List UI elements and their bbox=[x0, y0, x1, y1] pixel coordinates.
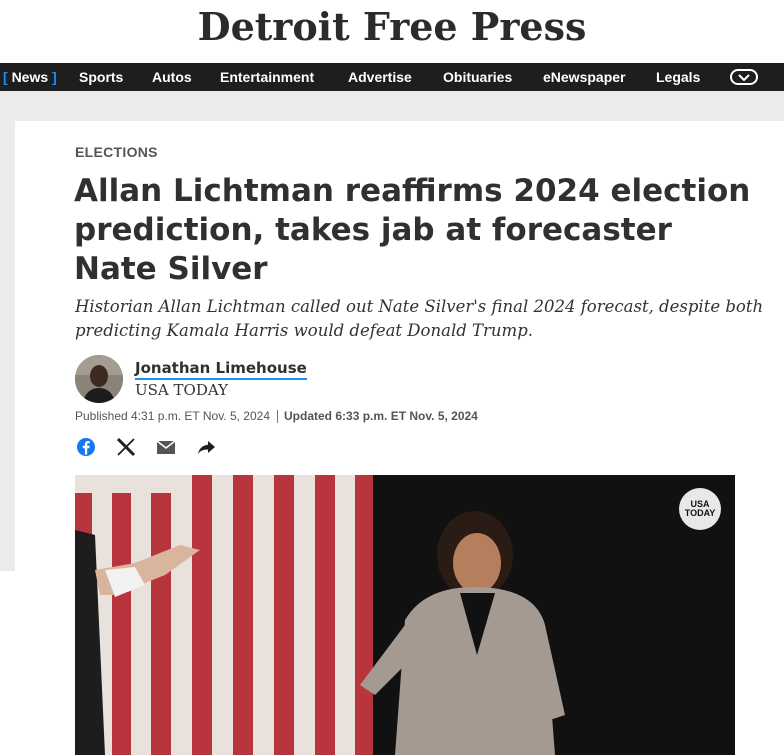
timestamp: Published 4:31 p.m. ET Nov. 5, 2024 Updat… bbox=[75, 409, 478, 424]
nav-item-enewspaper[interactable]: eNewspaper bbox=[543, 63, 625, 91]
x-icon bbox=[116, 437, 136, 457]
facebook-share-button[interactable] bbox=[75, 436, 97, 458]
nav-item-entertainment[interactable]: Entertainment bbox=[220, 63, 314, 91]
nav-item-sports[interactable]: Sports bbox=[79, 63, 123, 91]
nav-item-advertise[interactable]: Advertise bbox=[348, 63, 412, 91]
published-time: Published 4:31 p.m. ET Nov. 5, 2024 bbox=[75, 409, 271, 423]
chevron-down-icon bbox=[738, 74, 750, 81]
active-bracket-open: [ bbox=[3, 69, 8, 85]
active-bracket-close: ] bbox=[52, 69, 57, 85]
x-share-button[interactable] bbox=[115, 436, 137, 458]
author-outlet: USA TODAY bbox=[135, 381, 228, 399]
nav-item-news[interactable]: [ News ] bbox=[3, 63, 57, 91]
site-logo[interactable]: Detroit Free Press bbox=[0, 4, 784, 49]
timestamp-divider bbox=[277, 410, 279, 424]
email-icon bbox=[156, 440, 176, 454]
hero-image bbox=[75, 475, 735, 755]
nav-item-legals[interactable]: Legals bbox=[656, 63, 700, 91]
masthead: Detroit Free Press bbox=[0, 0, 784, 62]
share-arrow-icon bbox=[198, 441, 215, 454]
facebook-icon bbox=[77, 438, 95, 456]
article-headline: Allan Lichtman reaffirms 2024 election p… bbox=[74, 173, 751, 287]
email-share-button[interactable] bbox=[155, 436, 177, 458]
nav-more-button[interactable] bbox=[730, 69, 758, 85]
badge-line-2: TODAY bbox=[684, 508, 716, 518]
more-share-button[interactable] bbox=[195, 436, 217, 458]
hero-video[interactable]: USA TODAY bbox=[75, 475, 735, 755]
updated-time: Updated 6:33 p.m. ET Nov. 5, 2024 bbox=[284, 409, 478, 423]
section-label[interactable]: ELECTIONS bbox=[75, 144, 158, 160]
article-dek: Historian Allan Lichtman called out Nate… bbox=[75, 297, 764, 340]
author-avatar[interactable] bbox=[75, 355, 123, 403]
nav-item-obituaries[interactable]: Obituaries bbox=[443, 63, 512, 91]
author-link[interactable]: Jonathan Limehouse bbox=[135, 359, 307, 380]
usa-today-badge: USA TODAY bbox=[679, 488, 721, 530]
main-nav: [ News ] Sports Autos Entertainment Adve… bbox=[0, 63, 784, 91]
nav-item-autos[interactable]: Autos bbox=[152, 63, 192, 91]
nav-item-label: News bbox=[11, 69, 49, 85]
